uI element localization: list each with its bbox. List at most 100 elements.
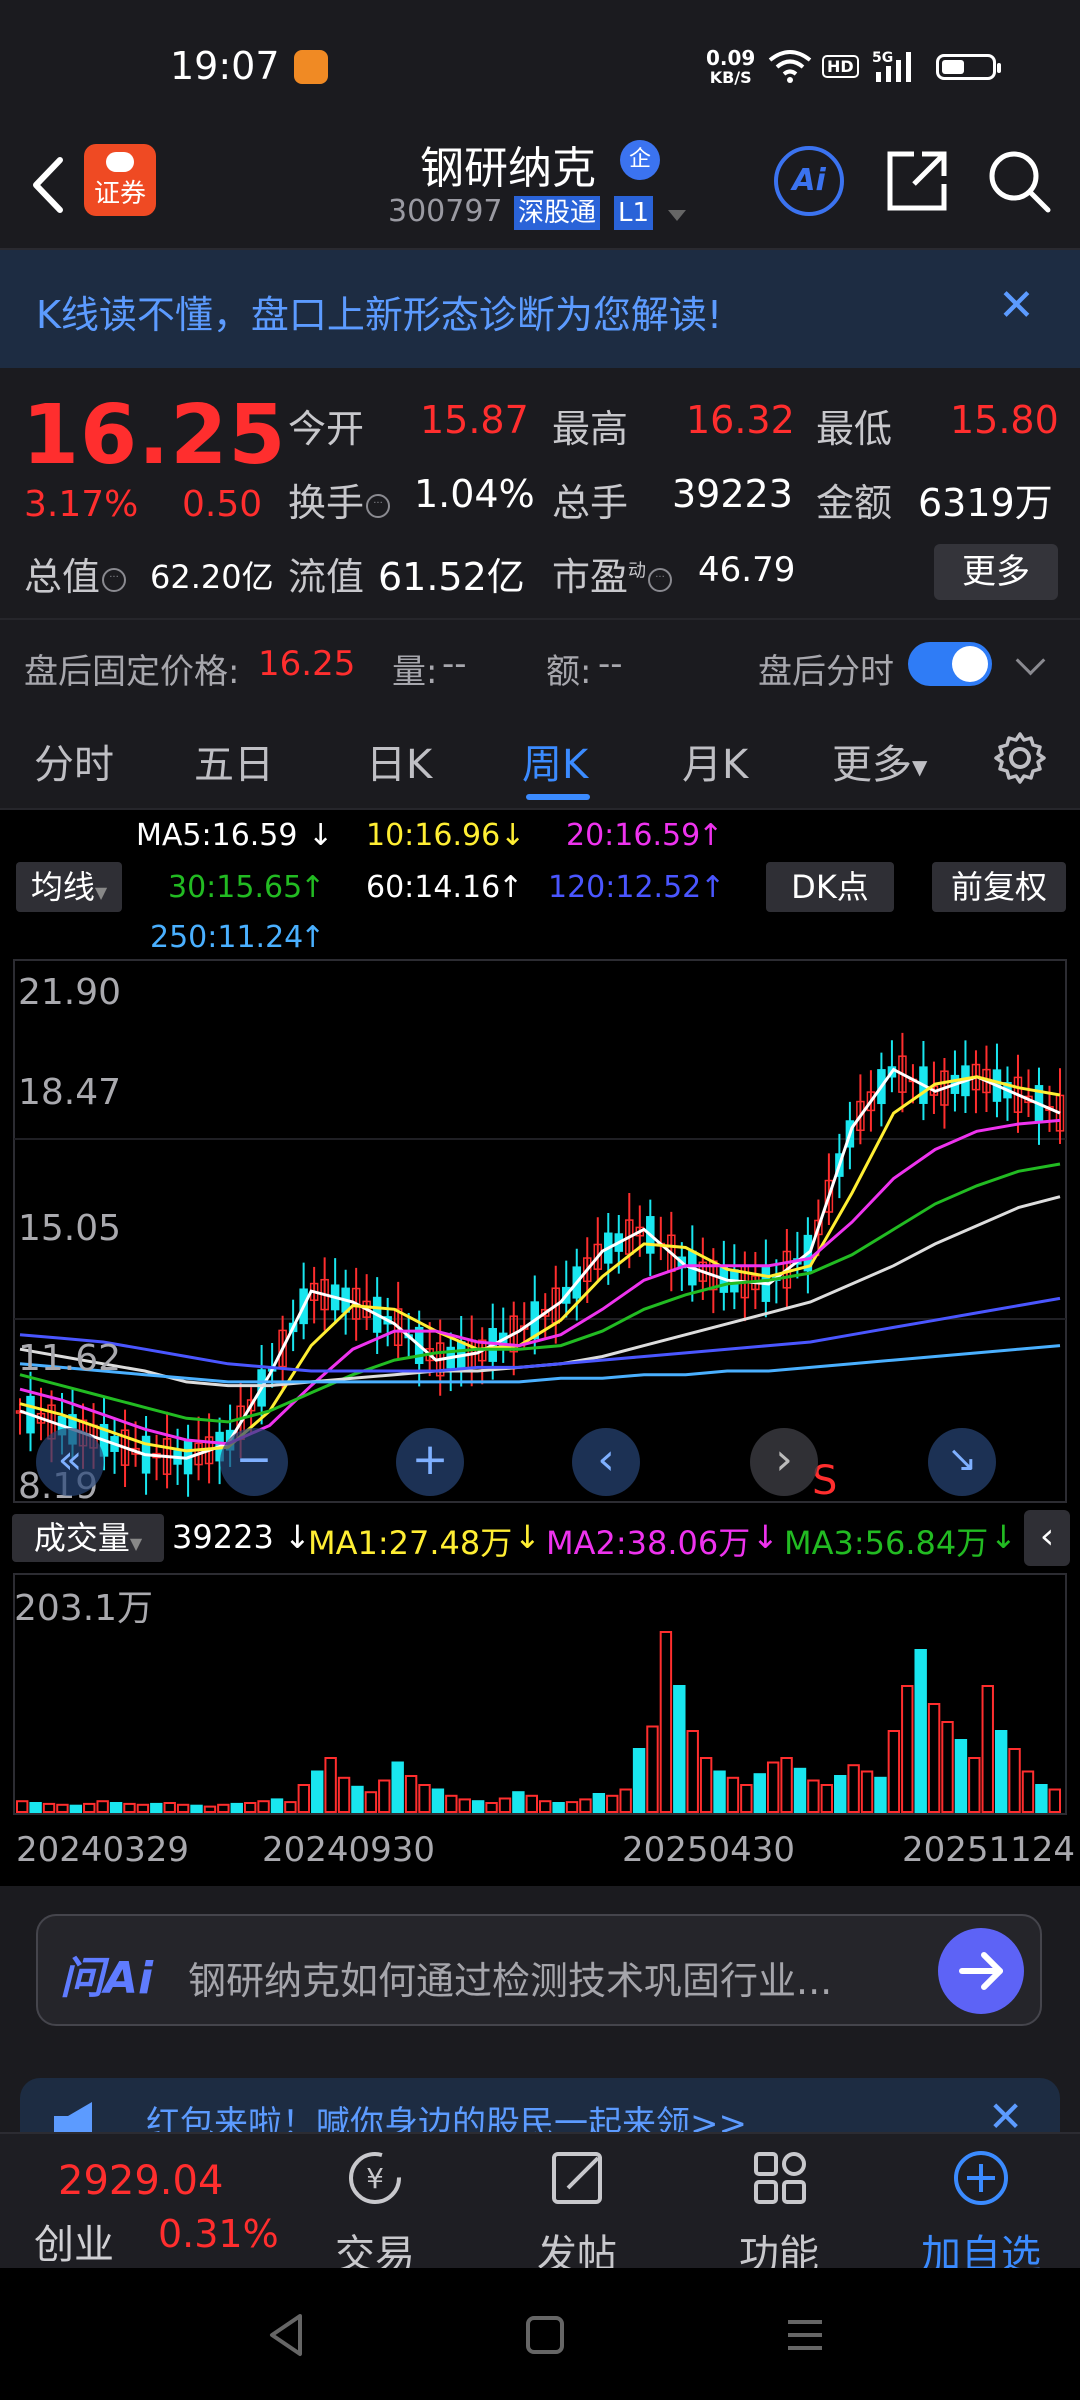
arrow-up-icon: ↑ bbox=[300, 870, 326, 905]
volume-bar bbox=[311, 1770, 324, 1813]
ask-ai-bar[interactable]: 问Ai 钢研纳克如何通过检测技术巩固行业... bbox=[36, 1914, 1042, 2026]
after-hours-toggle[interactable] bbox=[908, 642, 992, 686]
arrow-right-icon bbox=[959, 1952, 1003, 1990]
amount-value: 6319万 bbox=[918, 481, 1053, 525]
volume-bar bbox=[136, 1803, 150, 1814]
volume-bar bbox=[431, 1788, 445, 1813]
ma250-legend: 250:11.24 bbox=[150, 920, 304, 955]
zoom-in-button[interactable]: + bbox=[396, 1428, 464, 1496]
ask-ai-send-button[interactable] bbox=[938, 1928, 1024, 2014]
nav-add-favorite[interactable]: 加自选 bbox=[916, 2146, 1046, 2278]
home-square-icon[interactable] bbox=[520, 2310, 570, 2360]
scroll-right-button[interactable]: › bbox=[750, 1428, 818, 1496]
date-axis: 20240329 20240930 20250430 20251124 bbox=[0, 1822, 1080, 1878]
volume-bar bbox=[404, 1775, 418, 1813]
tab-more[interactable]: 更多▼ bbox=[832, 732, 927, 790]
back-triangle-icon[interactable] bbox=[262, 2310, 312, 2360]
volume-bar bbox=[1035, 1784, 1048, 1813]
scroll-start-button[interactable]: « bbox=[36, 1428, 104, 1496]
promo-banner[interactable]: K线读不懂，盘口上新形态诊断为您解读! ✕ bbox=[0, 250, 1080, 368]
y-tick-label: 21.90 bbox=[18, 972, 121, 1013]
wifi-icon bbox=[768, 50, 812, 83]
volume-bar bbox=[498, 1797, 512, 1813]
trade-icon: ¥ bbox=[349, 2152, 401, 2204]
k-line-chart-area[interactable]: MA5:16.59 ↓ 10:16.96 ↓ 20:16.59 ↑ 均线▼ 30… bbox=[0, 810, 1080, 1886]
more-quote-button[interactable]: 更多 bbox=[934, 544, 1058, 600]
menu-lines-icon[interactable] bbox=[780, 2310, 830, 2360]
ma10-legend: 10:16.96 bbox=[366, 818, 501, 853]
indicator-selector[interactable]: 成交量▼ bbox=[12, 1514, 164, 1562]
collapse-indicator-button[interactable]: ‹ bbox=[1024, 1510, 1070, 1566]
ma120-legend: 120:12.52 bbox=[548, 870, 702, 905]
volume-bar bbox=[230, 1802, 243, 1813]
status-time: 19:07 bbox=[170, 44, 280, 88]
share-icon[interactable] bbox=[884, 148, 950, 214]
fullscreen-button[interactable]: ↘ bbox=[928, 1428, 996, 1496]
zoom-out-button[interactable]: − bbox=[220, 1428, 288, 1496]
tab-monthly-k[interactable]: 月K bbox=[682, 732, 748, 790]
pe-superscript: 动 bbox=[628, 560, 647, 582]
volume-bar bbox=[914, 1649, 927, 1813]
ask-ai-logo: 问Ai bbox=[60, 1953, 154, 2004]
adjust-mode-button[interactable]: 前复权 bbox=[932, 862, 1066, 912]
volume-bar bbox=[860, 1770, 874, 1813]
ma-line-ma10 bbox=[19, 1075, 1061, 1453]
ma-lines-group bbox=[19, 1067, 1061, 1460]
volume-max-label: 203.1万 bbox=[14, 1588, 153, 1629]
broker-logo-mark bbox=[106, 152, 134, 172]
volume-bar bbox=[217, 1803, 230, 1814]
after-hours-price: 16.25 bbox=[258, 644, 356, 684]
volume-bar bbox=[981, 1685, 994, 1813]
close-icon[interactable]: ✕ bbox=[998, 284, 1035, 328]
ma60-legend: 60:14.16 bbox=[366, 870, 501, 905]
dk-point-button[interactable]: DK点 bbox=[766, 862, 894, 912]
promo-banner-text: K线读不懂，盘口上新形态诊断为您解读! bbox=[36, 293, 723, 337]
info-icon[interactable]: ··· bbox=[366, 493, 391, 518]
stock-switch-dropdown-icon[interactable] bbox=[668, 210, 686, 221]
volume-bar bbox=[1008, 1748, 1021, 1813]
chevron-down-icon[interactable] bbox=[1015, 645, 1046, 676]
after-hours-amt: -- bbox=[598, 644, 623, 684]
nav-trade[interactable]: ¥ 交易 bbox=[310, 2146, 440, 2278]
index-ticker[interactable]: 2929.04 创业 0.31% bbox=[0, 2134, 300, 2270]
tab-five-day[interactable]: 五日 bbox=[194, 732, 274, 790]
ai-assistant-button[interactable]: Ai bbox=[774, 146, 844, 216]
tab-weekly-k[interactable]: 周K bbox=[522, 732, 588, 790]
tab-daily-k[interactable]: 日K bbox=[366, 732, 432, 790]
volume-current: 39223 bbox=[172, 1518, 274, 1556]
arrow-down-icon: ↓ bbox=[752, 1518, 779, 1556]
chart-period-tabs: 分时 五日 日K 周K 月K 更多▼ bbox=[0, 710, 1080, 810]
grid-icon bbox=[754, 2152, 806, 2204]
scroll-left-button[interactable]: ‹ bbox=[572, 1428, 640, 1496]
ma-selector[interactable]: 均线▼ bbox=[16, 862, 122, 912]
gear-icon[interactable] bbox=[992, 730, 1048, 786]
back-arrow-icon[interactable] bbox=[24, 150, 72, 220]
low-value: 15.80 bbox=[950, 398, 1059, 442]
volume-bar bbox=[243, 1802, 257, 1813]
volume-chart[interactable]: 203.1万 bbox=[0, 1572, 1080, 1816]
high-label: 最高 bbox=[552, 407, 629, 451]
nav-function[interactable]: 功能 bbox=[714, 2146, 844, 2278]
y-tick-label: 18.47 bbox=[18, 1072, 121, 1113]
volume-value: 39223 bbox=[672, 472, 793, 516]
ma-line-ma60 bbox=[19, 1195, 1061, 1388]
tab-intraday[interactable]: 分时 bbox=[34, 732, 114, 790]
ma20-legend: 20:16.59 bbox=[566, 818, 701, 853]
volume-bar bbox=[847, 1764, 860, 1813]
search-icon[interactable] bbox=[986, 148, 1052, 214]
after-hours-amt-label: 额: bbox=[546, 652, 592, 692]
candlestick-chart[interactable]: 21.90 18.47 15.05 11.62 8.19 S bbox=[0, 956, 1080, 1506]
volume-bar bbox=[16, 1800, 29, 1813]
broker-logo[interactable]: 证券 bbox=[84, 144, 156, 216]
stock-detail-screen: 19:07 0.09 KB/S HD 5G 证券 钢研纳克 企 300797 深… bbox=[0, 0, 1080, 2400]
enterprise-badge: 企 bbox=[620, 140, 660, 180]
vol-ma1: MA1:27.48万 bbox=[308, 1524, 513, 1562]
notification-app-icon bbox=[294, 50, 328, 84]
volume-bar bbox=[753, 1773, 766, 1813]
index-name: 创业 bbox=[34, 2222, 114, 2268]
nav-post[interactable]: 发帖 bbox=[512, 2146, 642, 2278]
info-icon[interactable]: ··· bbox=[648, 567, 673, 592]
info-icon[interactable]: ··· bbox=[102, 567, 127, 592]
float-cap-label: 流值 bbox=[288, 555, 365, 599]
volume-bar bbox=[552, 1802, 565, 1813]
